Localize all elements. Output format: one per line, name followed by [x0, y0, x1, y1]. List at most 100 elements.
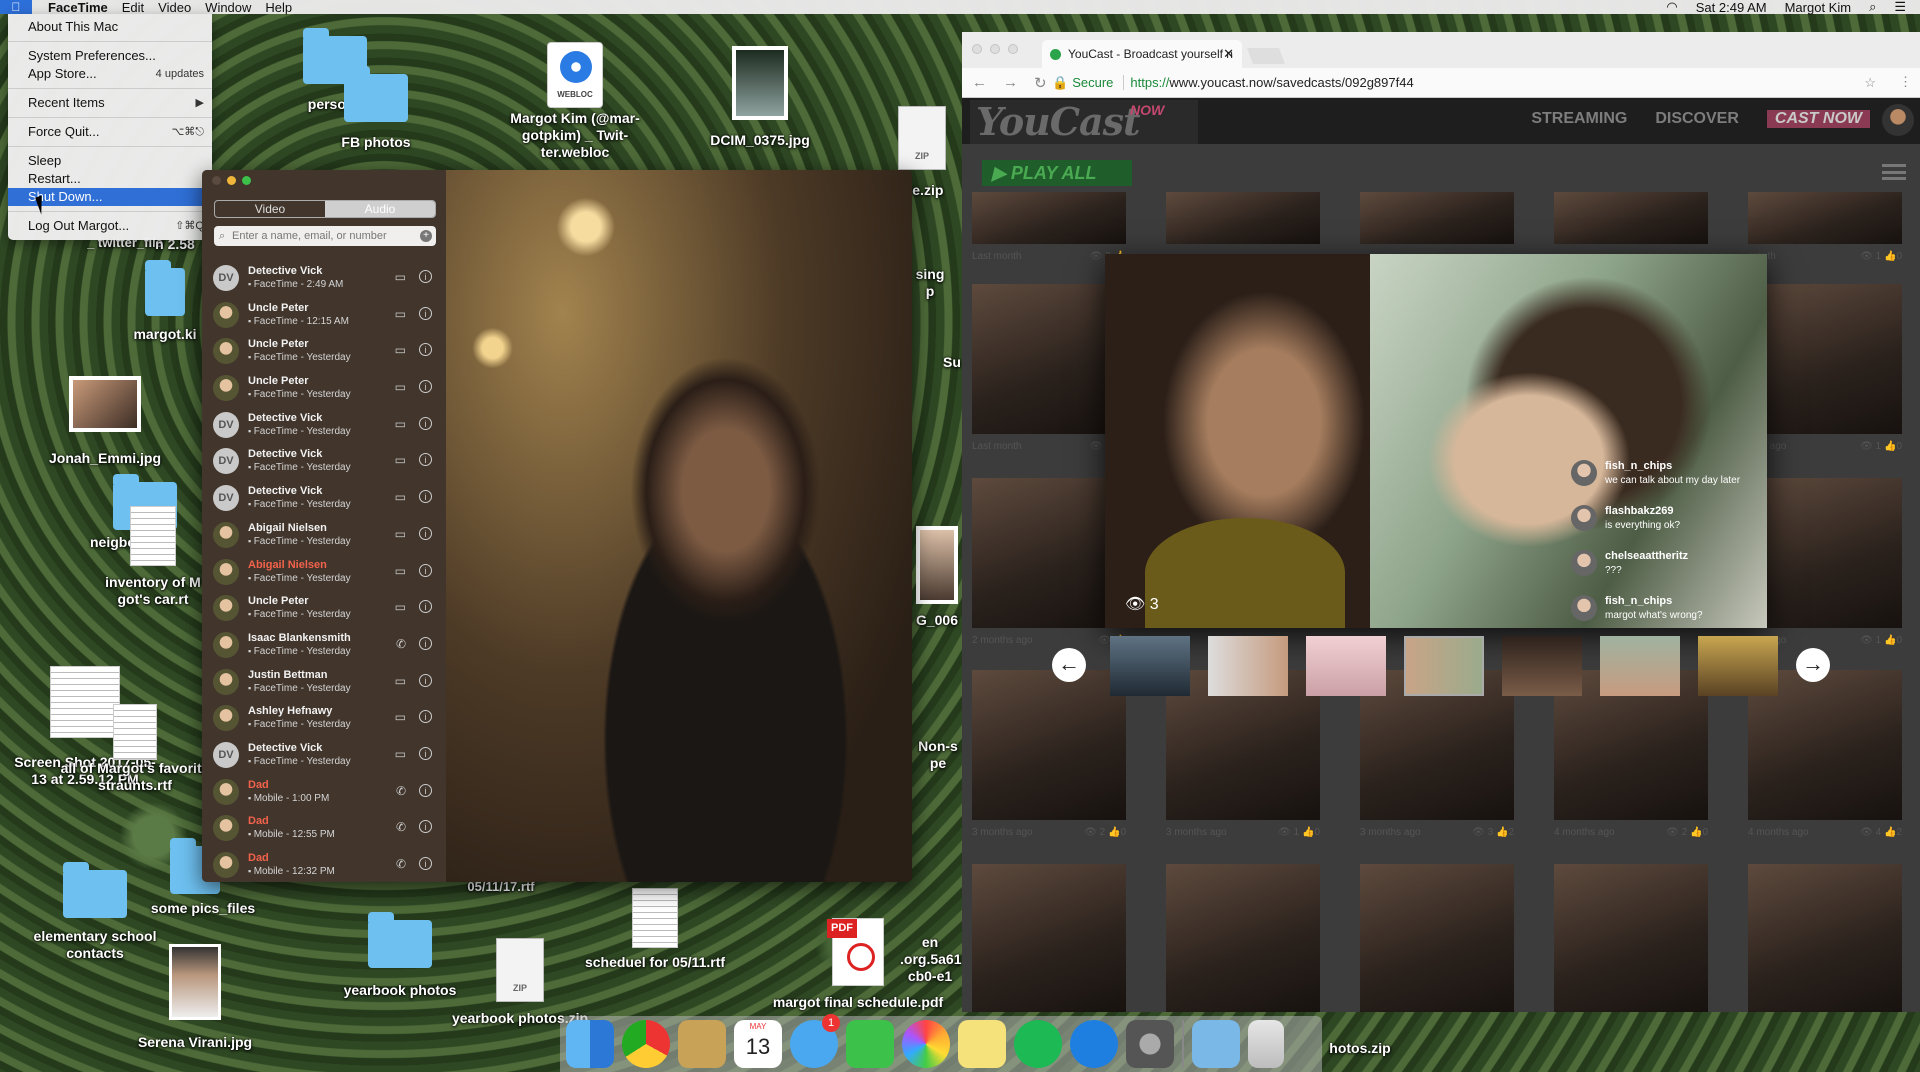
cast-thumbnail[interactable]: 2 months ago👁 👍: [972, 478, 1126, 646]
close-window-button[interactable]: [212, 176, 221, 185]
video-camera-icon[interactable]: ▭: [395, 674, 406, 688]
menu-item-sleep[interactable]: Sleep: [8, 152, 212, 170]
call-history-row[interactable]: DV Detective Vick FaceTime - 2:49 AM ▭ i: [202, 260, 446, 297]
cast-thumbnail[interactable]: [1554, 864, 1708, 1012]
info-icon[interactable]: i: [419, 673, 432, 687]
call-history-row[interactable]: Dad Mobile - 12:32 PM ✆ i: [202, 847, 446, 882]
menu-item-log-out[interactable]: Log Out Margot... ⇧⌘Q: [8, 217, 212, 235]
video-camera-icon[interactable]: ▭: [395, 527, 406, 541]
menu-help[interactable]: Help: [265, 0, 292, 15]
browser-tab-youcast[interactable]: YouCast - Broadcast yourself n ✕: [1042, 40, 1242, 68]
strip-thumbnail[interactable]: [1110, 636, 1190, 696]
video-camera-icon[interactable]: ▭: [395, 490, 406, 504]
strip-thumbnail[interactable]: [1600, 636, 1680, 696]
cast-thumbnail[interactable]: nths ago👁 1 👍0: [1748, 284, 1902, 452]
chrome-icon[interactable]: [622, 1020, 670, 1068]
call-history-row[interactable]: DVDetective VickFaceTime - Yesterday▭i: [202, 407, 446, 444]
desktop-file-photos-zip[interactable]: hotos.zip: [1320, 1040, 1400, 1057]
apple-menu-icon[interactable]: : [0, 0, 32, 14]
reload-icon[interactable]: ↻: [1034, 74, 1047, 92]
system-preferences-icon[interactable]: [1126, 1020, 1174, 1068]
phone-icon[interactable]: ✆: [396, 857, 406, 871]
cast-thumbnail[interactable]: [1360, 864, 1514, 1012]
downloads-folder-icon[interactable]: [1192, 1020, 1240, 1068]
call-history-row[interactable]: Uncle Peter FaceTime - 12:15 AM ▭ i: [202, 297, 446, 334]
video-player-overlay[interactable]: 👁 3 fish_n_chips we can talk about my day…: [1105, 254, 1767, 628]
video-camera-icon[interactable]: ▭: [395, 710, 406, 724]
info-icon[interactable]: i: [419, 746, 432, 760]
call-history-row[interactable]: Ashley HefnawyFaceTime - Yesterday ▭ i: [202, 700, 446, 737]
desktop-file-webloc[interactable]: Margot Kim (@mar-gotpkim) _ Twit-ter.web…: [500, 42, 650, 161]
bookmark-star-icon[interactable]: ☆: [1864, 72, 1876, 94]
video-camera-icon[interactable]: ▭: [395, 307, 406, 321]
info-icon[interactable]: i: [419, 490, 432, 504]
menu-video[interactable]: Video: [158, 0, 191, 15]
menu-window[interactable]: Window: [205, 0, 251, 15]
cast-now-button[interactable]: CAST NOW: [1766, 110, 1870, 128]
cast-thumbnail[interactable]: month👁 1 👍0: [1748, 192, 1902, 262]
info-icon[interactable]: i: [419, 343, 432, 357]
notification-center-icon[interactable]: ☰: [1894, 0, 1906, 15]
contacts-icon[interactable]: [678, 1020, 726, 1068]
info-icon[interactable]: i: [419, 416, 432, 430]
video-camera-icon[interactable]: ▭: [395, 343, 406, 357]
notes-icon[interactable]: [958, 1020, 1006, 1068]
tab-audio[interactable]: Audio: [325, 201, 435, 217]
phone-icon[interactable]: ✆: [396, 820, 406, 834]
cast-thumbnail[interactable]: nths ago👁 1 👍0: [1748, 478, 1902, 646]
messages-icon[interactable]: 1: [790, 1014, 840, 1068]
strip-thumbnail[interactable]: [1698, 636, 1778, 696]
next-arrow-icon[interactable]: →: [1796, 648, 1830, 682]
info-icon[interactable]: i: [419, 636, 432, 650]
info-icon[interactable]: i: [419, 857, 432, 870]
strip-thumbnail[interactable]: [1208, 636, 1288, 696]
tab-video[interactable]: Video: [215, 201, 325, 217]
info-icon[interactable]: i: [419, 453, 432, 467]
desktop-file-jonah[interactable]: Jonah_Emmi.jpg: [40, 376, 170, 467]
menu-item-force-quit[interactable]: Force Quit... ⌥⌘⎋: [8, 123, 212, 141]
cast-thumbnail[interactable]: [1166, 192, 1320, 244]
menu-item-app-store[interactable]: App Store... 4 updates: [8, 65, 212, 83]
nav-discover[interactable]: DISCOVER: [1655, 110, 1739, 128]
video-camera-icon[interactable]: ▭: [395, 270, 406, 284]
desktop-file-restaurants[interactable]: all of Margot's favorite straunts.rtf: [60, 704, 210, 794]
menu-item-about-this-mac[interactable]: About This Mac: [8, 18, 212, 36]
phone-icon[interactable]: ✆: [396, 637, 406, 651]
cast-thumbnail[interactable]: Last month👁 1 👍: [972, 284, 1126, 452]
youcast-logo[interactable]: YouCast NOW: [970, 100, 1198, 144]
call-history-row[interactable]: Justin Bettman FaceTime - Yesterday ▭ i: [202, 664, 446, 701]
video-camera-icon[interactable]: ▭: [395, 747, 406, 761]
desktop-file-serena[interactable]: Serena Virani.jpg: [130, 944, 260, 1051]
info-icon[interactable]: i: [419, 783, 432, 797]
call-history-row[interactable]: Isaac Blankensmith FaceTime - Yesterday ✆ i: [202, 627, 446, 664]
call-history-row[interactable]: Uncle PeterFaceTime - Yesterday ▭ i: [202, 333, 446, 370]
call-history-row[interactable]: Abigail Nielsen FaceTime - Yesterday ▭ i: [202, 517, 446, 554]
menu-item-restart[interactable]: Restart...: [8, 170, 212, 188]
trash-icon[interactable]: [1248, 1020, 1284, 1068]
video-camera-icon[interactable]: ▭: [395, 564, 406, 578]
close-tab-icon[interactable]: ✕: [1223, 40, 1234, 68]
clock[interactable]: Sat 2:49 AM: [1696, 0, 1767, 15]
photos-icon[interactable]: [902, 1020, 950, 1068]
prev-arrow-icon[interactable]: ←: [1052, 648, 1086, 682]
call-history-row[interactable]: DVDetective VickFaceTime - Yesterday▭i: [202, 737, 446, 774]
back-arrow-icon[interactable]: ←: [972, 74, 987, 92]
desktop-folder-yearbook[interactable]: yearbook photos: [340, 912, 460, 999]
menu-item-recent-items[interactable]: Recent Items ▶: [8, 94, 212, 112]
play-all-button[interactable]: ▶ PLAY ALL: [982, 160, 1132, 186]
calendar-icon[interactable]: MAY 13: [734, 1020, 782, 1068]
forward-arrow-icon[interactable]: →: [1003, 74, 1018, 92]
call-history-row[interactable]: DadMobile - 12:55 PM ✆ i: [202, 810, 446, 847]
nav-streaming[interactable]: STREAMING: [1531, 110, 1627, 128]
video-camera-icon[interactable]: ▭: [395, 453, 406, 467]
desktop-file-dcim[interactable]: DCIM_0375.jpg: [700, 46, 820, 149]
strip-thumbnail-selected[interactable]: [1404, 636, 1484, 696]
menu-item-system-preferences[interactable]: System Preferences...: [8, 47, 212, 65]
call-history-row[interactable]: Uncle PeterFaceTime - Yesterday ▭ i: [202, 590, 446, 627]
call-history-row[interactable]: DVDetective VickFaceTime - Yesterday▭i: [202, 480, 446, 517]
cast-thumbnail[interactable]: [1554, 192, 1708, 244]
finder-icon[interactable]: [566, 1020, 614, 1068]
spotlight-icon[interactable]: ⌕: [1869, 0, 1876, 15]
cast-thumbnail[interactable]: [972, 864, 1126, 1012]
strip-thumbnail[interactable]: [1306, 636, 1386, 696]
